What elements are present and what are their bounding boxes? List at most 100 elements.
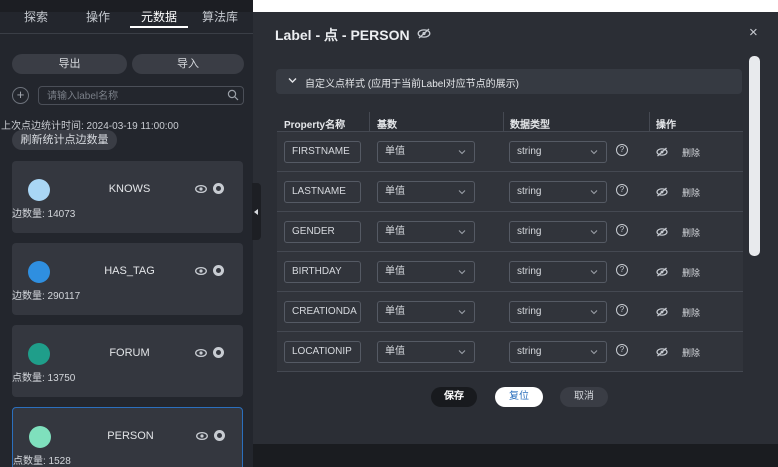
settings-icon[interactable] xyxy=(214,430,225,441)
chevron-down-icon xyxy=(590,310,598,315)
help-icon[interactable]: ? xyxy=(616,264,628,276)
help-icon[interactable]: ? xyxy=(616,144,628,156)
cardinality-value: 单值 xyxy=(385,266,405,277)
eye-off-icon[interactable] xyxy=(656,147,668,157)
cardinality-select[interactable]: 单值 xyxy=(377,301,475,323)
chevron-down-icon xyxy=(590,150,598,155)
export-button[interactable]: 导出 xyxy=(12,54,127,74)
help-icon[interactable]: ? xyxy=(616,304,628,316)
delete-button[interactable]: 删除 xyxy=(682,306,700,319)
settings-icon[interactable] xyxy=(213,265,224,276)
table-row: LOCATIONIP 单值 string ? 删除 xyxy=(277,332,743,372)
help-icon[interactable]: ? xyxy=(616,344,628,356)
property-name-input[interactable]: LOCATIONIP xyxy=(284,341,361,363)
col-cardinality: 基数 xyxy=(377,120,397,131)
property-name-input[interactable]: GENDER xyxy=(284,221,361,243)
label-search xyxy=(38,86,244,105)
eye-icon[interactable] xyxy=(195,184,207,194)
cardinality-select[interactable]: 单值 xyxy=(377,341,475,363)
eye-off-icon[interactable] xyxy=(656,347,668,357)
settings-icon[interactable] xyxy=(213,183,224,194)
data-type-select[interactable]: string xyxy=(509,341,607,363)
label-count: 点数量: 1528 xyxy=(13,456,71,467)
table-row: FIRSTNAME 单值 string ? 删除 xyxy=(277,132,743,172)
delete-button[interactable]: 删除 xyxy=(682,346,700,359)
chevron-down-icon xyxy=(458,230,466,235)
label-card-knows[interactable]: KNOWS 边数量: 14073 xyxy=(12,161,243,233)
table-header: Property名称 基数 数据类型 操作 xyxy=(277,112,743,132)
cardinality-select[interactable]: 单值 xyxy=(377,221,475,243)
custom-style-section[interactable]: 自定义点样式 (应用于当前Label对应节点的展示) xyxy=(276,69,742,94)
chevron-down-icon xyxy=(458,350,466,355)
col-divider xyxy=(649,112,650,132)
property-name-input[interactable]: CREATIONDA xyxy=(284,301,361,323)
cardinality-select[interactable]: 单值 xyxy=(377,181,475,203)
label-name: HAS_TAG xyxy=(104,265,155,277)
eye-off-icon[interactable] xyxy=(656,187,668,197)
cardinality-select[interactable]: 单值 xyxy=(377,261,475,283)
refresh-stats-button[interactable]: 刷新统计点边数量 xyxy=(12,130,117,150)
data-type-select[interactable]: string xyxy=(509,261,607,283)
tab-algorithms[interactable]: 算法库 xyxy=(200,8,240,28)
right-panel: Label - 点 - PERSON × 自定义点样式 (应用于当前Label对… xyxy=(253,0,778,467)
main-tabs: 探索 操作 元数据 算法库 xyxy=(0,0,253,34)
close-icon[interactable]: × xyxy=(749,24,758,41)
save-button[interactable]: 保存 xyxy=(431,387,477,407)
delete-button[interactable]: 删除 xyxy=(682,226,700,239)
data-type-select[interactable]: string xyxy=(509,301,607,323)
import-button[interactable]: 导入 xyxy=(132,54,244,74)
eye-off-icon[interactable] xyxy=(656,227,668,237)
eye-icon[interactable] xyxy=(195,348,207,358)
eye-off-icon[interactable] xyxy=(417,28,431,39)
data-type-value: string xyxy=(517,306,542,317)
eye-off-icon[interactable] xyxy=(656,267,668,277)
col-actions: 操作 xyxy=(656,120,676,131)
eye-icon[interactable] xyxy=(196,431,208,441)
collapse-panel-handle[interactable] xyxy=(252,183,261,240)
add-label-button[interactable]: + xyxy=(12,87,29,104)
label-name: KNOWS xyxy=(108,183,151,195)
delete-button[interactable]: 删除 xyxy=(682,266,700,279)
tab-explore[interactable]: 探索 xyxy=(20,8,52,28)
property-name-input[interactable]: BIRTHDAY xyxy=(284,261,361,283)
chevron-down-icon xyxy=(458,270,466,275)
chevron-down-icon xyxy=(590,190,598,195)
tab-metadata[interactable]: 元数据 xyxy=(130,8,188,28)
data-type-select[interactable]: string xyxy=(509,181,607,203)
cardinality-value: 单值 xyxy=(385,186,405,197)
modal-title: Label - 点 - PERSON xyxy=(275,27,410,43)
cardinality-select[interactable]: 单值 xyxy=(377,141,475,163)
col-data-type: 数据类型 xyxy=(510,120,550,131)
eye-off-icon[interactable] xyxy=(656,307,668,317)
search-icon[interactable] xyxy=(227,89,239,101)
data-type-select[interactable]: string xyxy=(509,221,607,243)
label-color-dot xyxy=(28,261,50,283)
table-row: CREATIONDA 单值 string ? 删除 xyxy=(277,292,743,332)
delete-button[interactable]: 删除 xyxy=(682,146,700,159)
label-card-has-tag[interactable]: HAS_TAG 边数量: 290117 xyxy=(12,243,243,315)
bottom-bar xyxy=(253,444,778,467)
search-input[interactable] xyxy=(47,89,217,103)
property-name-input[interactable]: FIRSTNAME xyxy=(284,141,361,163)
tab-operate[interactable]: 操作 xyxy=(80,8,116,28)
chevron-down-icon xyxy=(458,190,466,195)
cardinality-value: 单值 xyxy=(385,306,405,317)
settings-icon[interactable] xyxy=(213,347,224,358)
label-card-person[interactable]: PERSON 点数量: 1528 xyxy=(12,407,243,467)
label-color-dot xyxy=(28,343,50,365)
cancel-button[interactable]: 取消 xyxy=(560,387,608,407)
chevron-down-icon xyxy=(458,310,466,315)
eye-icon[interactable] xyxy=(195,266,207,276)
scrollbar[interactable] xyxy=(749,56,760,256)
delete-button[interactable]: 删除 xyxy=(682,186,700,199)
property-table: Property名称 基数 数据类型 操作 FIRSTNAME 单值 strin… xyxy=(277,112,743,372)
table-row: LASTNAME 单值 string ? 删除 xyxy=(277,172,743,212)
property-name-input[interactable]: LASTNAME xyxy=(284,181,361,203)
reset-button[interactable]: 复位 xyxy=(495,387,543,407)
help-icon[interactable]: ? xyxy=(616,224,628,236)
label-card-forum[interactable]: FORUM 点数量: 13750 xyxy=(12,325,243,397)
label-count: 边数量: 290117 xyxy=(12,291,81,302)
label-color-dot xyxy=(28,179,50,201)
help-icon[interactable]: ? xyxy=(616,184,628,196)
data-type-select[interactable]: string xyxy=(509,141,607,163)
